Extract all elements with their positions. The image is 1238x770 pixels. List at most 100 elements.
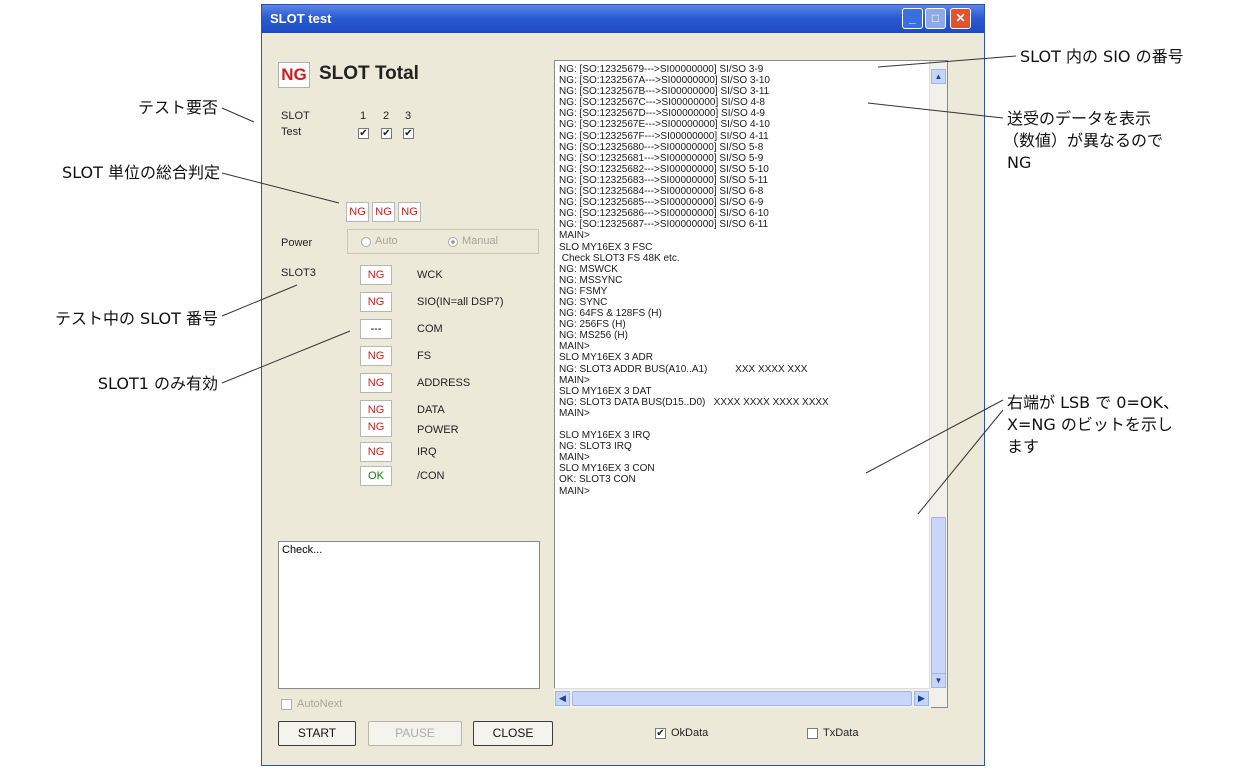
okdata-checkbox[interactable]: ✔ (655, 728, 666, 739)
close-icon[interactable]: ✕ (950, 8, 971, 29)
annotation-lsb-3: ます (1007, 437, 1040, 456)
power-radio-group: Auto Manual (347, 229, 539, 254)
start-button[interactable]: START (278, 721, 356, 746)
log-line: MAIN> (559, 374, 590, 386)
log-line: NG: [SO:1232567D--->SI00000000] SI/SO 4-… (559, 108, 765, 120)
pause-button[interactable]: PAUSE (368, 721, 462, 746)
log-line: NG: SLOT3 ADDR BUS(A10..A1) XXX XXXX XXX (559, 363, 808, 375)
slot3-test-checkbox[interactable]: ✔ (403, 128, 414, 139)
slot-number-1: 1 (360, 110, 367, 122)
test-name-irq: IRQ (417, 446, 437, 458)
log-line: NG: SLOT3 DATA BUS(D15..D0) XXXX XXXX XX… (559, 396, 829, 408)
log-lines: NG: [SO:12325679--->SI00000000] SI/SO 3-… (559, 64, 829, 497)
total-result-badge: NG (278, 62, 310, 88)
window-title: SLOT test (270, 11, 332, 26)
annotation-test-needed: テスト要否 (137, 98, 218, 117)
log-line: MAIN> (559, 230, 590, 242)
log-line: NG: 256FS (H) (559, 319, 626, 331)
log-line: NG: [SO:1232567E--->SI00000000] SI/SO 4-… (559, 119, 770, 131)
test-name-wck: WCK (417, 269, 443, 281)
minimize-icon[interactable]: _ (902, 8, 923, 29)
log-line: NG: MSWCK (559, 263, 618, 275)
test-label: Test (281, 126, 302, 138)
power-auto-radio[interactable] (361, 237, 371, 247)
scroll-thumb[interactable] (931, 517, 946, 685)
autonext-label: AutoNext (297, 698, 343, 710)
annotation-slot1-only: SLOT1 のみ有効 (97, 374, 218, 393)
annotation-sio-number: SLOT 内の SIO の番号 (1020, 47, 1184, 66)
log-horizontal-scrollbar[interactable]: ◀ ▶ (554, 688, 931, 708)
slot1-test-checkbox[interactable]: ✔ (358, 128, 369, 139)
autonext-checkbox[interactable] (281, 699, 292, 710)
txdata-checkbox[interactable] (807, 728, 818, 739)
log-line: NG: [SO:12325683--->SI00000000] SI/SO 5-… (559, 174, 769, 186)
annotation-slot-total-judge: SLOT 単位の総合判定 (62, 163, 220, 182)
test-name-sio: SIO(IN=all DSP7) (417, 296, 504, 308)
slot2-test-checkbox[interactable]: ✔ (381, 128, 392, 139)
log-line: NG: MSSYNC (559, 274, 623, 286)
annotation-lsb-1: 右端が LSB で 0=OK、 (1007, 393, 1179, 412)
log-line: NG: [SO:12325686--->SI00000000] SI/SO 6-… (559, 208, 769, 220)
check-output-textarea[interactable]: Check... (278, 541, 540, 689)
leader-test-needed (221, 107, 255, 123)
scroll-up-icon[interactable]: ▲ (931, 69, 946, 84)
power-manual-label: Manual (462, 235, 499, 247)
log-line: NG: 64FS & 128FS (H) (559, 308, 662, 320)
test-result-con: OK (360, 466, 392, 486)
log-vertical-scrollbar[interactable]: ▲ ▼ (929, 61, 947, 707)
slot-number-3: 3 (405, 110, 412, 122)
annotation-send-recv-3: NG (1007, 153, 1032, 172)
log-line: NG: [SO:12325682--->SI00000000] SI/SO 5-… (559, 163, 769, 175)
annotation-lsb-2: X=NG のビットを示し (1007, 415, 1173, 434)
test-name-con: /CON (417, 470, 445, 482)
slot-label: SLOT (281, 110, 310, 122)
log-line: NG: [SO:1232567C--->SI00000000] SI/SO 4-… (559, 97, 765, 109)
annotation-testing-slot: テスト中の SLOT 番号 (54, 309, 218, 328)
log-line: NG: [SO:12325681--->SI00000000] SI/SO 5-… (559, 152, 764, 164)
slot-number-2: 2 (383, 110, 390, 122)
log-line: SLO MY16EX 3 IRQ (559, 430, 651, 442)
slot-test-window: SLOT test _ □ ✕ NG SLOT Total SLOT Test … (261, 4, 985, 766)
close-button[interactable]: CLOSE (473, 721, 553, 746)
test-name-address: ADDRESS (417, 377, 471, 389)
log-line: MAIN> (559, 407, 590, 419)
test-name-power: POWER (417, 424, 459, 436)
txdata-label: TxData (823, 727, 859, 739)
maximize-icon[interactable]: □ (925, 8, 946, 29)
test-name-data: DATA (417, 404, 445, 416)
log-line: MAIN> (559, 341, 590, 353)
log-line: NG: [SO:12325687--->SI00000000] SI/SO 6-… (559, 219, 769, 231)
log-line: OK: SLOT3 CON (559, 474, 636, 486)
test-name-fs: FS (417, 350, 432, 362)
slot1-result: NG (346, 202, 369, 222)
test-result-power: NG (360, 417, 392, 437)
current-slot-label: SLOT3 (281, 267, 316, 279)
test-result-address: NG (360, 373, 392, 393)
test-result-wck: NG (360, 265, 392, 285)
power-auto-label: Auto (375, 235, 398, 247)
log-line: MAIN> (559, 485, 590, 497)
log-line: SLO MY16EX 3 FSC (559, 241, 653, 253)
log-output[interactable]: NG: [SO:12325679--->SI00000000] SI/SO 3-… (554, 60, 948, 708)
slot-total-label: SLOT Total (319, 63, 419, 84)
scroll-down-icon[interactable]: ▼ (931, 673, 946, 688)
power-label: Power (281, 237, 313, 249)
annotation-send-recv-2: （数値）が異なるので (1003, 131, 1164, 150)
h-scroll-thumb[interactable] (572, 691, 912, 706)
log-line: SLO MY16EX 3 CON (559, 463, 655, 475)
log-line: NG: [SO:12325684--->SI00000000] SI/SO 6-… (559, 186, 764, 198)
title-bar[interactable]: SLOT test _ □ ✕ (262, 5, 984, 33)
log-line: NG: MS256 (H) (559, 330, 628, 342)
scroll-right-icon[interactable]: ▶ (914, 691, 929, 706)
log-line: SLO MY16EX 3 DAT (559, 385, 652, 397)
log-line: NG: [SO:1232567A--->SI00000000] SI/SO 3-… (559, 75, 770, 87)
log-line: NG: SYNC (559, 296, 608, 308)
scroll-left-icon[interactable]: ◀ (555, 691, 570, 706)
log-line: NG: [SO:1232567B--->SI00000000] SI/SO 3-… (559, 86, 770, 98)
log-line: NG: [SO:12325679--->SI00000000] SI/SO 3-… (559, 64, 764, 75)
power-manual-radio[interactable] (448, 237, 458, 247)
annotation-send-recv-1: 送受のデータを表示 (1007, 109, 1152, 128)
log-line: NG: [SO:12325685--->SI00000000] SI/SO 6-… (559, 197, 764, 209)
log-line: SLO MY16EX 3 ADR (559, 352, 653, 364)
